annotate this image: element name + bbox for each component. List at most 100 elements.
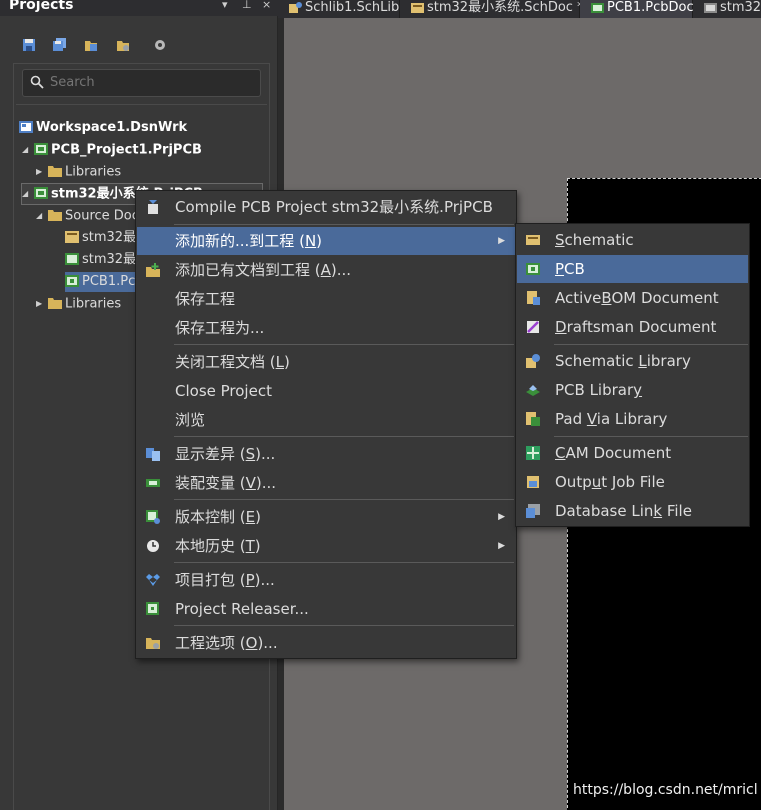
search-icon [30,75,44,89]
menu-item-project-packager[interactable]: 项目打包 (P)... [137,566,515,594]
project-context-menu: Compile PCB Project stm32最小系统.PrjPCB 添加新… [135,190,517,659]
menu-item-close-project[interactable]: Close Project [137,377,515,405]
tab-stm32-schdoc[interactable]: stm32最小系统.SchDoc * [400,0,584,18]
submenu-item-cam-document[interactable]: CAM Document [517,439,748,467]
menu-item-show-differences[interactable]: 显示差异 (S)... [137,440,515,468]
submenu-item-schematic[interactable]: Schematic [517,226,748,254]
menu-item-add-existing-to-project[interactable]: 添加已有文档到工程 (A)... [137,256,515,284]
gear-icon[interactable] [153,38,167,52]
schlib-icon [289,2,302,13]
menu-item-save-project-as[interactable]: 保存工程为... [137,314,515,342]
draftsman-icon [527,321,539,333]
save-all-icon[interactable] [53,38,67,52]
panel-close-icon[interactable]: × [262,0,271,11]
submenu-item-pcb-library[interactable]: PCB Library [517,376,748,404]
pcbdoc-icon [65,274,79,287]
menu-item-version-control[interactable]: 版本控制 (E) ▶ [137,503,515,531]
output-job-icon [527,476,539,488]
pcb-project-icon [34,187,48,199]
menu-separator [174,499,514,500]
database-link-icon [526,504,540,518]
collapse-arrow-icon[interactable]: ◢ [36,206,48,226]
submenu-item-activebom[interactable]: ActiveBOM Document [517,284,748,312]
menu-separator [174,562,514,563]
schematic-doc-icon [65,230,79,243]
panel-title: Projects [9,0,74,13]
tree-item-label: Libraries [65,296,122,312]
menu-separator [174,344,514,345]
dropbox-icon [146,574,160,586]
project-options-icon[interactable] [116,38,130,52]
pcbdoc-icon [591,3,604,13]
schdoc-icon [411,3,424,13]
pad-via-library-icon [526,412,540,426]
tree-item-label: PCB_Project1.PrjPCB [51,142,202,158]
collapse-arrow-icon[interactable]: ◢ [22,184,34,204]
menu-item-close-project-docs[interactable]: 关闭工程文档 (L) [137,348,515,376]
expand-arrow-icon[interactable]: ▶ [36,162,48,182]
tree-divider [16,104,267,105]
submenu-arrow-icon: ▶ [498,541,505,551]
submenu-item-pad-via-library[interactable]: Pad Via Library [517,405,748,433]
pcb-project-icon [34,143,48,155]
tree-item-pcb-project1[interactable]: ◢ PCB_Project1.PrjPCB [22,140,202,160]
search-box[interactable] [22,69,261,97]
tree-item-label: Libraries [65,164,122,180]
folder-icon [48,298,62,309]
pcb-icon [526,263,540,275]
tab-stm32-prjpcb[interactable]: stm32最小系统.PrjPCB [693,0,761,18]
add-existing-icon [146,263,160,277]
tree-item-libraries-2[interactable]: ▶ Libraries [36,294,121,314]
tree-item-label: Workspace1.DsnWrk [36,120,188,135]
collapse-arrow-icon[interactable]: ◢ [22,140,34,160]
cam-document-icon [526,446,540,460]
submenu-item-schematic-library[interactable]: Schematic Library [517,347,748,375]
tab-label: Schlib1.SchLib [305,0,400,15]
project-releaser-icon [146,602,159,615]
save-icon[interactable] [22,38,36,52]
panel-toolbar [0,34,278,58]
schematic-icon [526,235,540,245]
submenu-item-draftsman[interactable]: Draftsman Document [517,313,748,341]
assembly-variants-icon [146,479,160,487]
menu-item-add-new-to-project[interactable]: 添加新的...到工程 (N) ▶ [137,227,515,255]
submenu-item-pcb[interactable]: PCB [517,255,748,283]
tab-label: stm32最小系统.SchDoc * [427,0,584,15]
folder-icon [48,210,62,221]
menu-separator [174,436,514,437]
folder-icon [48,166,62,177]
activebom-icon [527,291,540,305]
document-tab-bar: Schlib1.SchLib stm32最小系统.SchDoc * PCB1.P… [278,0,761,18]
menu-separator [174,224,514,225]
add-new-submenu: Schematic PCB ActiveBOM Document Draftsm… [515,223,750,527]
panel-menu-dropdown-icon[interactable]: ▾ [222,0,228,11]
expand-arrow-icon[interactable]: ▶ [36,294,48,314]
project-icon [704,3,717,13]
menu-item-assembly-variants[interactable]: 装配变量 (V)... [137,469,515,497]
tab-schlib1[interactable]: Schlib1.SchLib [278,0,400,18]
submenu-item-output-job-file[interactable]: Output Job File [517,468,748,496]
search-input[interactable] [50,75,250,90]
tree-item-libraries[interactable]: ▶ Libraries [36,162,121,182]
menu-item-local-history[interactable]: 本地历史 (T) ▶ [137,532,515,560]
submenu-item-database-link-file[interactable]: Database Link File [517,497,748,525]
tree-item-workspace[interactable]: Workspace1.DsnWrk [19,118,187,138]
open-project-icon[interactable] [84,38,98,52]
compile-icon [148,200,158,214]
menu-separator [554,344,748,345]
pcb-library-icon [526,385,540,396]
menu-item-explore[interactable]: 浏览 [137,406,515,434]
menu-separator [174,625,514,626]
panel-pin-icon[interactable]: ⊥ [242,0,252,11]
tab-label: stm32最小系统.PrjPCB [720,0,761,15]
menu-item-project-options[interactable]: 工程选项 (O)... [137,629,515,657]
menu-item-compile-project[interactable]: Compile PCB Project stm32最小系统.PrjPCB [137,193,515,221]
project-options-icon [146,638,160,649]
menu-item-save-project[interactable]: 保存工程 [137,285,515,313]
submenu-arrow-icon: ▶ [498,236,505,246]
tab-pcb1-pcbdoc[interactable]: PCB1.PcbDoc [580,0,694,18]
watermark-text: https://blog.csdn.net/mricl [573,782,758,798]
menu-item-project-releaser[interactable]: Project Releaser... [137,595,515,623]
schematic-library-icon [526,354,540,368]
clock-icon [147,540,159,552]
